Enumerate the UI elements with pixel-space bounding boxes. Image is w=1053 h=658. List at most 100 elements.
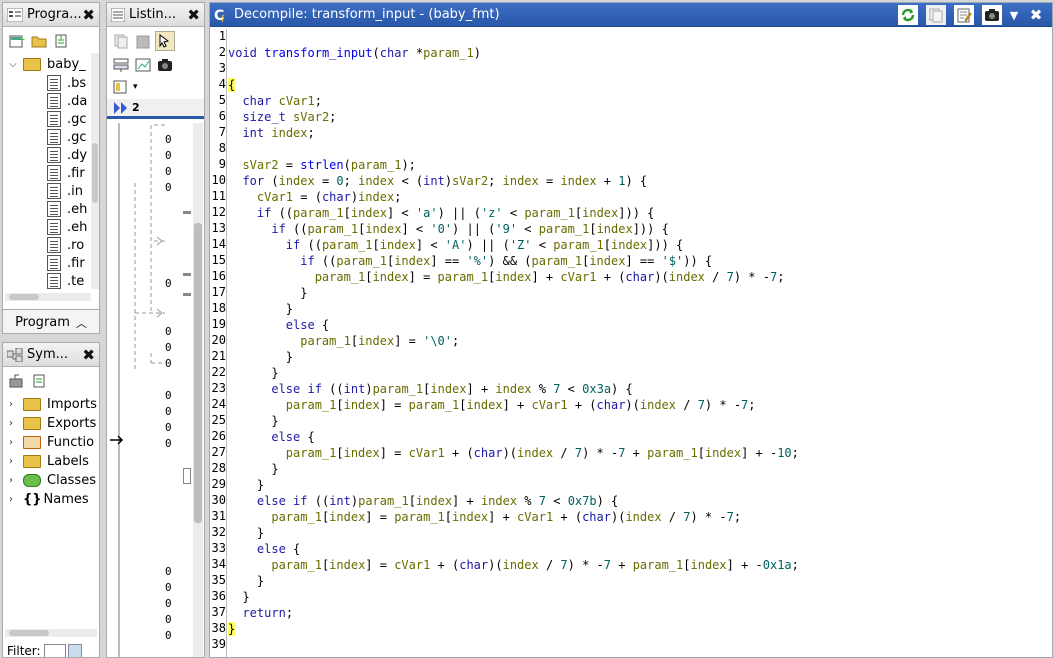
snapshot-camera-icon[interactable] [982, 5, 1002, 25]
tree-item-classes[interactable]: › Classes [9, 471, 96, 489]
display-options-icon[interactable] [111, 77, 131, 97]
code-line[interactable]: } [228, 365, 278, 381]
code-line[interactable]: size_t sVar2; [228, 109, 336, 125]
symbol-tree-close-icon[interactable]: ✖ [82, 346, 95, 364]
code-line[interactable]: } [228, 461, 278, 477]
code-line[interactable]: char cVar1; [228, 93, 322, 109]
code-line[interactable]: else { [228, 541, 300, 557]
code-line[interactable]: param_1[index] = cVar1 + (char)(index / … [228, 445, 799, 461]
listing-toolbar-row3: ▾ [111, 77, 138, 97]
filter-input[interactable] [43, 644, 66, 657]
close-icon[interactable]: ✖ [1026, 5, 1046, 25]
symbol-tree-hscroll[interactable] [5, 629, 97, 637]
chevron-up-icon: ︿ [75, 316, 87, 330]
tree-item[interactable]: .bs [47, 74, 86, 92]
code-line[interactable]: if ((param_1[index] < 'a') || ('z' < par… [228, 205, 654, 221]
line-number: 28 [211, 461, 226, 475]
decompiled-code[interactable]: void transform_input(char *param_1) { cha… [228, 29, 1052, 657]
tree-item[interactable]: .eh [47, 200, 87, 218]
program-tree-vscroll[interactable] [91, 53, 99, 289]
code-line[interactable]: } [228, 285, 307, 301]
chart-icon[interactable] [133, 55, 153, 75]
line-number: 3 [218, 61, 226, 75]
line-number: 13 [211, 221, 226, 235]
code-line[interactable]: else { [228, 429, 314, 445]
listing-vscroll[interactable] [193, 123, 203, 657]
chevron-right-icon[interactable]: › [9, 437, 19, 448]
refresh-icon[interactable] [898, 5, 918, 25]
copy-icon[interactable] [926, 5, 946, 25]
paste-icon[interactable] [133, 31, 153, 51]
edit-signature-icon[interactable] [954, 5, 974, 25]
code-line[interactable]: param_1[index] = param_1[index] + cVar1 … [228, 509, 741, 525]
code-line[interactable]: param_1[index] = param_1[index] + cVar1 … [228, 397, 756, 413]
tree-item-namespaces[interactable]: ›{} Names [9, 490, 89, 508]
code-line[interactable]: } [228, 589, 249, 605]
program-tab[interactable]: Program ︿ [3, 309, 99, 333]
open-folder-icon[interactable] [29, 31, 49, 51]
code-line[interactable]: } [228, 413, 278, 429]
chevron-right-icon[interactable]: › [9, 456, 19, 467]
chevron-right-icon[interactable]: › [9, 418, 19, 429]
code-line[interactable]: int index; [228, 125, 314, 141]
cursor-select-icon[interactable] [155, 31, 175, 51]
code-line[interactable]: } [228, 349, 293, 365]
tree-item[interactable]: .eh [47, 218, 87, 236]
code-line[interactable]: } [228, 477, 264, 493]
tree-item[interactable]: .in [47, 182, 83, 200]
chevron-down-icon[interactable]: ▾ [133, 82, 138, 92]
tree-item-functions[interactable]: › Functio [9, 433, 94, 451]
code-line[interactable]: if ((param_1[index] < '0') || ('9' < par… [228, 221, 668, 237]
filter-options-icon[interactable] [67, 644, 82, 657]
export-symbol-icon[interactable] [29, 371, 49, 391]
tree-item[interactable]: .dy [47, 146, 87, 164]
chevron-right-icon[interactable]: › [9, 399, 19, 410]
chevron-down-icon[interactable]: ⌵ [9, 59, 19, 70]
code-line[interactable]: else if ((int)param_1[index] + index % 7… [228, 493, 618, 509]
code-line[interactable]: param_1[index] = param_1[index] + cVar1 … [228, 269, 785, 285]
code-line[interactable]: } [228, 525, 264, 541]
tree-item[interactable]: .gc [47, 128, 87, 146]
code-line[interactable]: return; [228, 605, 293, 621]
code-line[interactable]: cVar1 = (char)index; [228, 189, 402, 205]
tree-item[interactable]: .te [47, 272, 84, 290]
tree-item-labels[interactable]: › Labels [9, 452, 89, 470]
tree-item[interactable]: .ro [47, 236, 84, 254]
field-edit-icon[interactable] [111, 55, 131, 75]
tree-item[interactable]: .fir [47, 164, 85, 182]
code-line[interactable]: else if ((int)param_1[index] + index % 7… [228, 381, 632, 397]
code-line[interactable]: } [228, 621, 236, 637]
merge-tree-icon[interactable] [51, 31, 71, 51]
code-line[interactable]: if ((param_1[index] < 'A') || ('Z' < par… [228, 237, 683, 253]
copy-icon[interactable] [111, 31, 131, 51]
chevron-down-icon[interactable]: ▼ [1004, 5, 1024, 25]
program-tree-hscroll[interactable] [5, 293, 91, 301]
code-line[interactable]: } [228, 573, 264, 589]
code-line[interactable]: if ((param_1[index] == '%') && (param_1[… [228, 253, 712, 269]
tree-item-imports[interactable]: › Imports [9, 395, 97, 413]
code-line[interactable]: param_1[index] = cVar1 + (char)(index / … [228, 557, 799, 573]
listing-close-icon[interactable]: ✖ [187, 6, 200, 24]
line-number: 10 [211, 173, 226, 187]
code-line[interactable]: sVar2 = strlen(param_1); [228, 157, 415, 173]
program-tree-close-icon[interactable]: ✖ [82, 6, 95, 24]
snapshot-camera-icon[interactable] [155, 55, 175, 75]
code-line[interactable]: for (index = 0; index < (int)sVar2; inde… [228, 173, 647, 189]
chevron-right-icon[interactable]: › [9, 494, 19, 505]
tree-item[interactable]: .fir [47, 254, 85, 272]
new-tree-icon[interactable]: + [7, 31, 27, 51]
tree-item[interactable]: .gc [47, 110, 87, 128]
line-number: 29 [211, 477, 226, 491]
code-line[interactable]: } [228, 301, 293, 317]
create-symbol-icon[interactable] [7, 371, 27, 391]
tree-root[interactable]: ⌵ baby_ [9, 55, 86, 73]
code-line[interactable]: else { [228, 317, 329, 333]
tree-item-exports[interactable]: › Exports [9, 414, 96, 432]
code-line[interactable]: param_1[index] = '\0'; [228, 333, 459, 349]
expand-arrows-icon[interactable] [113, 101, 131, 115]
code-line[interactable]: { [228, 77, 236, 93]
code-line[interactable]: void transform_input(char *param_1) [228, 45, 481, 61]
chevron-right-icon[interactable]: › [9, 475, 19, 486]
tree-item[interactable]: .da [47, 92, 87, 110]
folder-icon [23, 454, 41, 468]
